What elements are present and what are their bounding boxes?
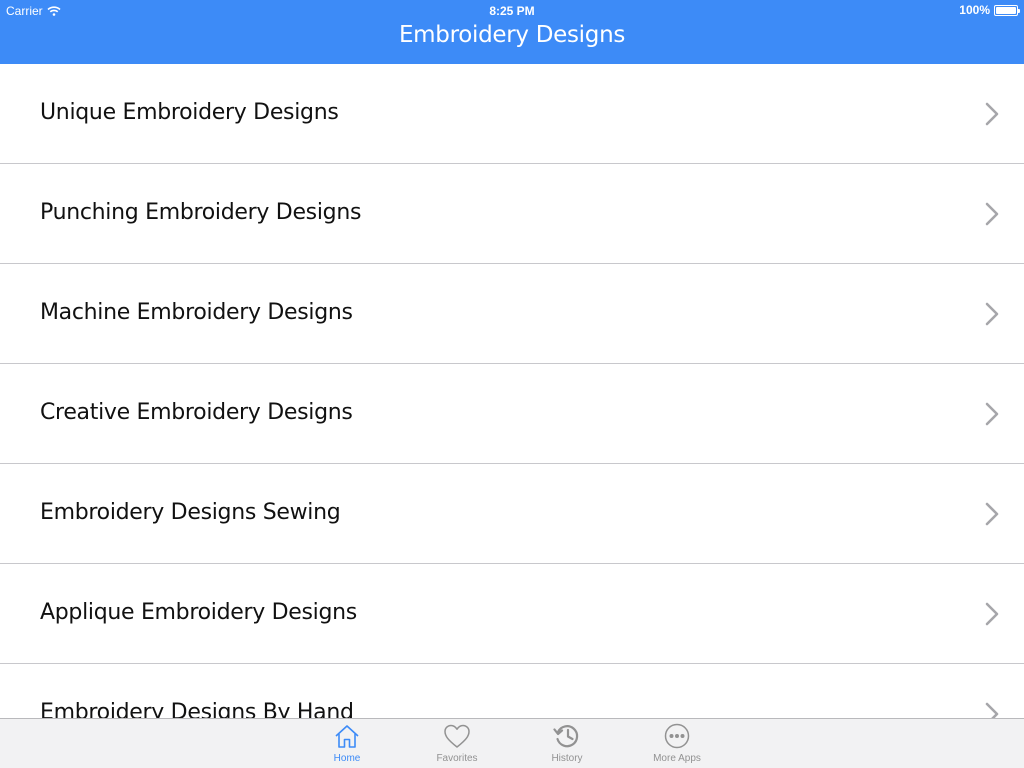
chevron-right-icon	[985, 202, 999, 226]
battery-percent: 100%	[959, 3, 990, 17]
battery-icon	[994, 4, 1020, 16]
list-item-label: Applique Embroidery Designs	[40, 600, 357, 625]
list-item[interactable]: Creative Embroidery Designs	[0, 364, 1024, 464]
list-item[interactable]: Machine Embroidery Designs	[0, 264, 1024, 364]
history-icon	[553, 725, 579, 748]
tab-label: Home	[333, 753, 361, 764]
list-item-label: Embroidery Designs By Hand	[40, 700, 354, 718]
list-item-label: Machine Embroidery Designs	[40, 300, 353, 325]
list-item-label: Punching Embroidery Designs	[40, 200, 362, 225]
chevron-right-icon	[985, 302, 999, 326]
tab-bar: Home Favorites History More Apps	[0, 718, 1024, 768]
tab-more-apps[interactable]: More Apps	[637, 723, 717, 768]
battery-status: 100%	[959, 3, 1020, 17]
tab-history[interactable]: History	[527, 723, 607, 768]
status-time: 8:25 PM	[489, 4, 535, 18]
category-list: Unique Embroidery Designs Punching Embro…	[0, 64, 1024, 718]
status-bar: Carrier 8:25 PM 100%	[0, 0, 1024, 20]
chevron-right-icon	[985, 102, 999, 126]
list-item[interactable]: Embroidery Designs By Hand	[0, 664, 1024, 718]
tab-favorites[interactable]: Favorites	[417, 723, 497, 768]
navigation-header: Carrier 8:25 PM 100% Embroidery Designs	[0, 0, 1024, 64]
chevron-right-icon	[985, 502, 999, 526]
tab-label: Favorites	[436, 753, 478, 764]
more-icon	[664, 723, 690, 749]
tab-home[interactable]: Home	[307, 723, 387, 768]
list-item-label: Embroidery Designs Sewing	[40, 500, 341, 525]
list-item[interactable]: Unique Embroidery Designs	[0, 64, 1024, 164]
list-item[interactable]: Embroidery Designs Sewing	[0, 464, 1024, 564]
chevron-right-icon	[985, 702, 999, 718]
tab-label: More Apps	[653, 753, 701, 764]
chevron-right-icon	[985, 402, 999, 426]
chevron-right-icon	[985, 602, 999, 626]
list-item[interactable]: Punching Embroidery Designs	[0, 164, 1024, 264]
tab-label: History	[551, 753, 583, 764]
list-item[interactable]: Applique Embroidery Designs	[0, 564, 1024, 664]
list-item-label: Creative Embroidery Designs	[40, 400, 353, 425]
page-title: Embroidery Designs	[398, 22, 626, 48]
battery-fill	[996, 6, 1016, 14]
list-item-label: Unique Embroidery Designs	[40, 100, 339, 125]
heart-icon	[444, 724, 470, 748]
home-icon	[335, 725, 359, 748]
